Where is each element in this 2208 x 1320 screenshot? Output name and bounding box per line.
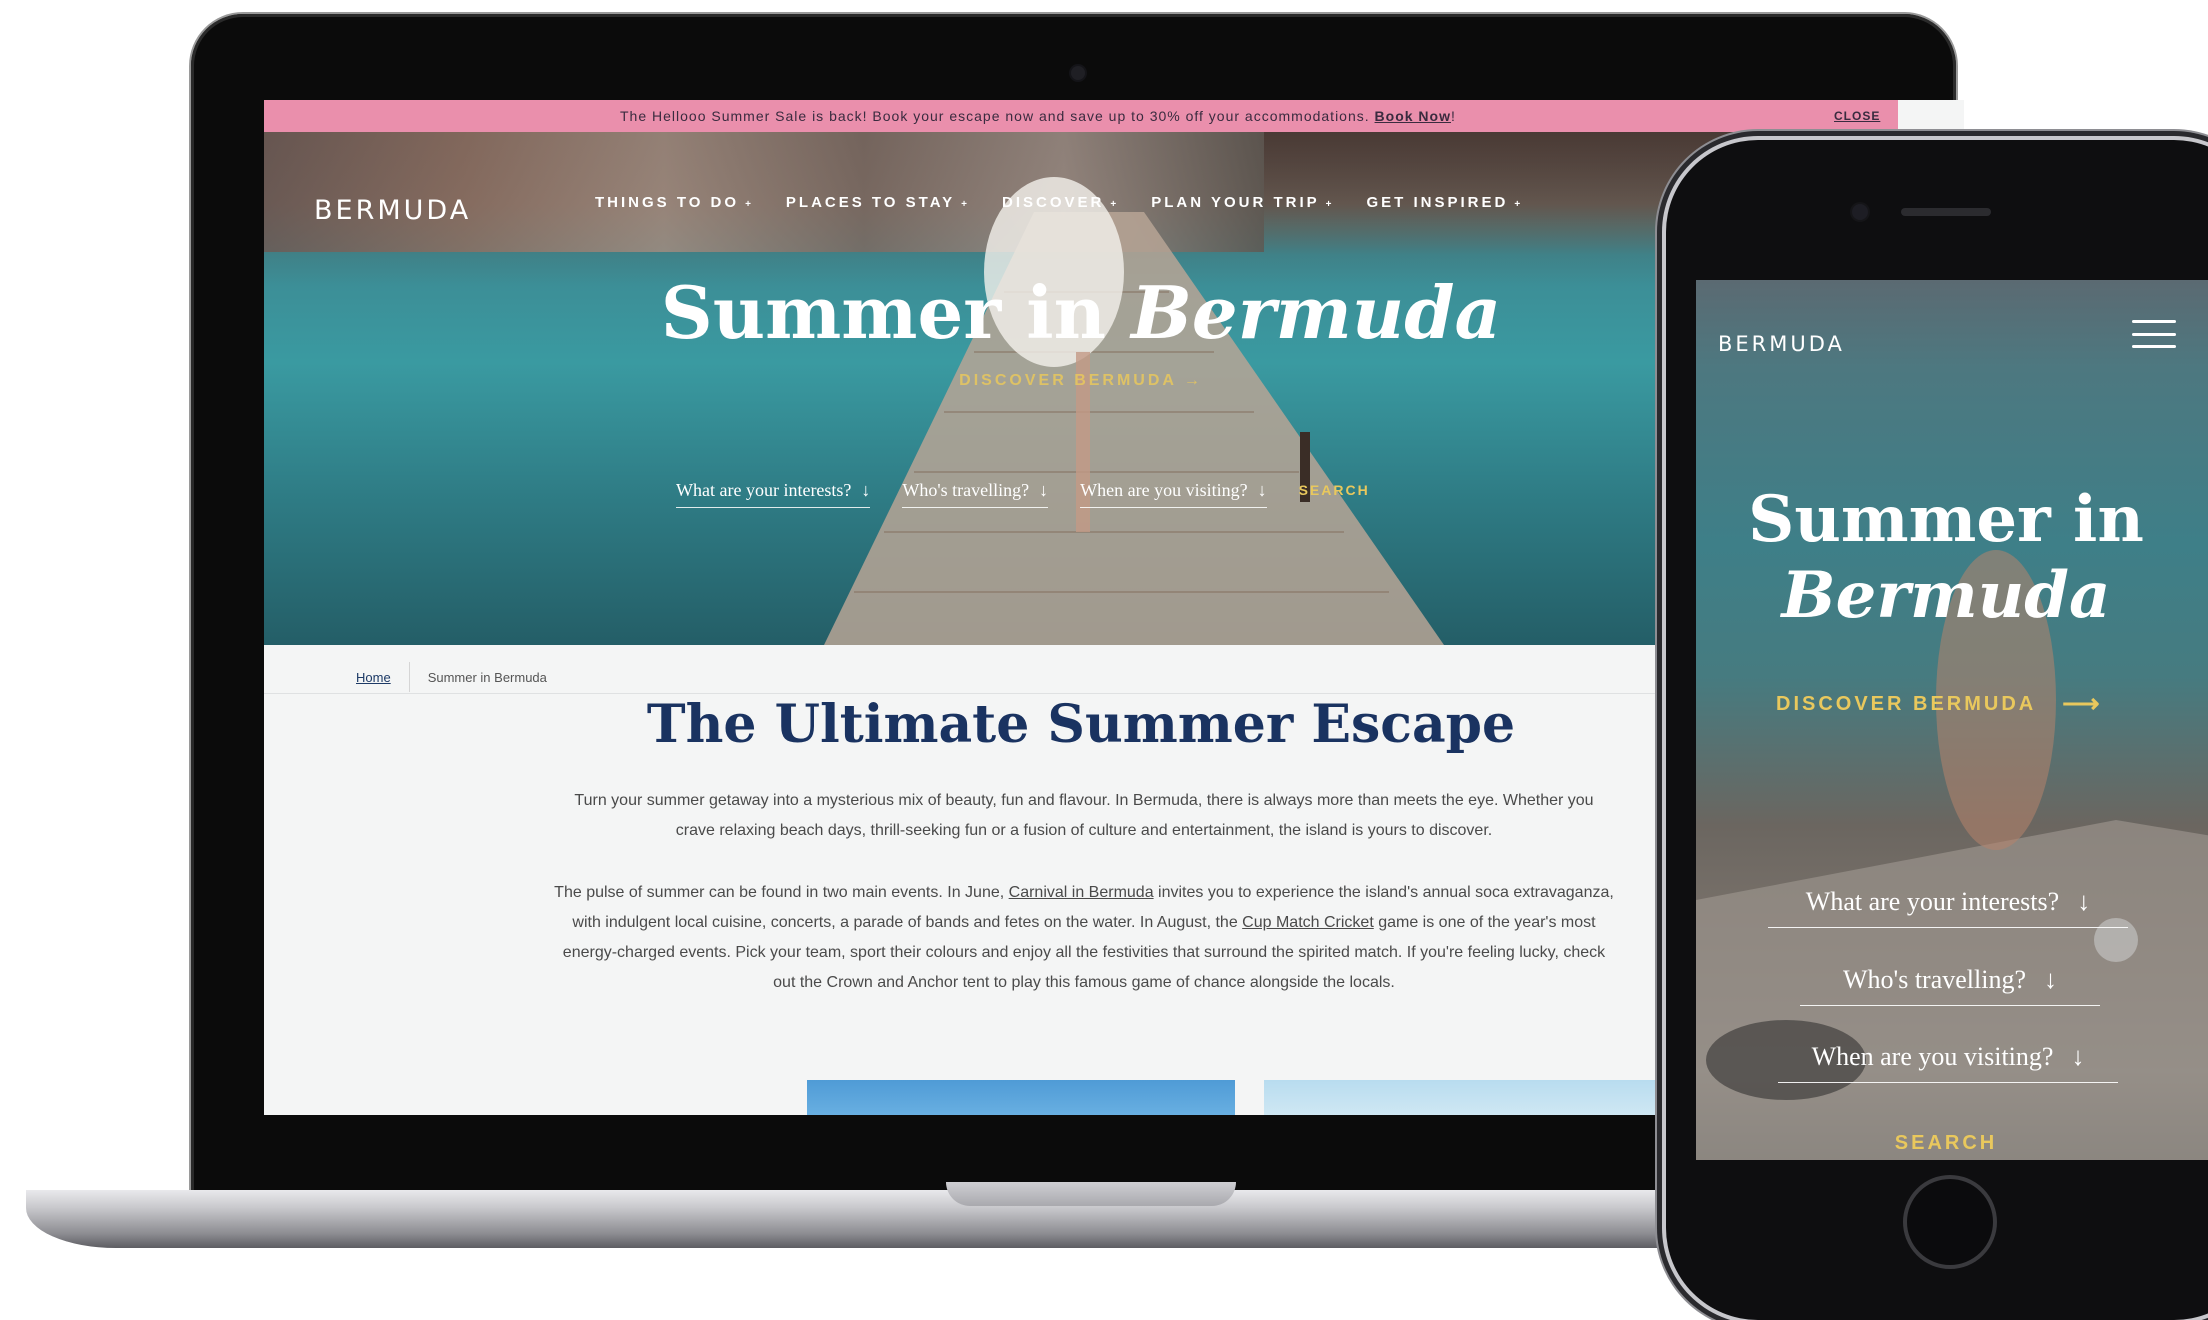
breadcrumb: Home Summer in Bermuda <box>356 662 547 692</box>
plus-icon: + <box>1514 199 1524 210</box>
arrow-down-icon: ↓ <box>1039 480 1049 500</box>
interests-dropdown[interactable]: What are your interests? ↓ <box>676 480 871 508</box>
search-button[interactable]: SEARCH <box>1696 1132 2196 1155</box>
bermuda-logo[interactable]: BERMUDA <box>314 195 471 226</box>
plus-icon: + <box>745 199 754 210</box>
phone-camera <box>1852 204 1868 220</box>
bermuda-logo[interactable]: BERMUDA <box>1718 332 1845 356</box>
discover-bermuda-link[interactable]: DISCOVER BERMUDA → <box>264 372 1898 390</box>
arrow-down-icon: ↓ <box>861 480 871 500</box>
promo-book-now-link[interactable]: Book Now <box>1375 108 1451 124</box>
nav-get-inspired[interactable]: GET INSPIRED + <box>1366 194 1523 211</box>
laptop-base <box>26 1190 1756 1248</box>
plus-icon: + <box>1325 199 1335 210</box>
hero-title: Summer in Bermuda <box>660 270 1502 355</box>
search-button[interactable]: SEARCH <box>1299 482 1370 508</box>
phone-home-button[interactable] <box>1903 1175 1997 1269</box>
promo-close-button[interactable]: CLOSE <box>1834 109 1880 123</box>
hamburger-icon[interactable] <box>2132 320 2176 348</box>
arrow-down-icon: ↓ <box>2071 1042 2085 1071</box>
phone-speaker <box>1901 208 1991 216</box>
hero-title: Summer in Bermuda <box>1748 482 2144 633</box>
discover-bermuda-link[interactable]: DISCOVER BERMUDA ⟶ <box>1776 688 2103 719</box>
main-nav: THINGS TO DO + PLACES TO STAY + DISCOVER + … <box>595 194 1523 211</box>
nav-places-to-stay[interactable]: PLACES TO STAY + <box>786 194 970 211</box>
promo-banner: The Hellooo Summer Sale is back! Book yo… <box>264 100 1898 132</box>
breadcrumb-home-link[interactable]: Home <box>356 670 391 685</box>
cup-match-link[interactable]: Cup Match Cricket <box>1242 914 1374 931</box>
travellers-dropdown[interactable]: Who's travelling? ↓ <box>1800 965 2100 1006</box>
trip-filter-bar: What are your interests? ↓ Who's travelli… <box>676 480 1370 508</box>
nav-plan-your-trip[interactable]: PLAN YOUR TRIP + <box>1151 194 1334 211</box>
section-title: The Ultimate Summer Escape <box>646 694 1516 755</box>
nav-discover[interactable]: DISCOVER + <box>1002 194 1119 211</box>
travellers-dropdown[interactable]: Who's travelling? ↓ <box>902 480 1049 508</box>
visit-date-dropdown[interactable]: When are you visiting? ↓ <box>1080 480 1267 508</box>
intro-paragraph: Turn your summer getaway into a mysterio… <box>574 792 1594 839</box>
feature-card-image[interactable] <box>807 1080 1235 1115</box>
breadcrumb-separator <box>408 662 410 692</box>
carnival-link[interactable]: Carnival in Bermuda <box>1009 884 1154 901</box>
plus-icon: + <box>961 199 971 210</box>
phone-frame: BERMUDA Summer in Bermuda DISCOVER BERMUD… <box>1666 140 2208 1320</box>
arrow-down-icon: ↓ <box>2044 965 2057 994</box>
hero-boat-image <box>1696 550 2208 1160</box>
interests-dropdown[interactable]: What are your interests? ↓ <box>1768 887 2128 928</box>
phone-screen: BERMUDA Summer in Bermuda DISCOVER BERMUD… <box>1696 280 2208 1160</box>
events-paragraph: The pulse of summer can be found in two … <box>554 884 1614 991</box>
arrow-right-icon: → <box>1183 372 1203 389</box>
arrow-right-icon: ⟶ <box>2062 688 2103 718</box>
hero-harbor-background <box>264 132 1264 252</box>
promo-text: The Hellooo Summer Sale is back! Book yo… <box>620 108 1456 124</box>
breadcrumb-current: Summer in Bermuda <box>427 669 547 685</box>
nav-things-to-do[interactable]: THINGS TO DO + <box>595 194 754 211</box>
laptop-camera <box>1071 66 1085 80</box>
arrow-down-icon: ↓ <box>1257 480 1267 500</box>
arrow-down-icon: ↓ <box>2077 887 2091 916</box>
visit-date-dropdown[interactable]: When are you visiting? ↓ <box>1778 1042 2118 1083</box>
laptop-notch <box>946 1182 1236 1206</box>
plus-icon: + <box>1110 199 1120 210</box>
